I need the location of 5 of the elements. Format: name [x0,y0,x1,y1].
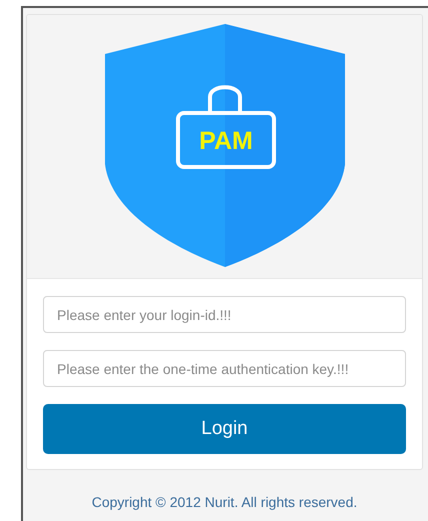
copyright-text: Copyright © 2012 Nurit. All rights reserved. [92,494,358,510]
text-field[interactable]: Please enter your login-id.!!! [43,296,406,333]
login-button[interactable]: Login [43,404,406,454]
text-field[interactable]: Please enter the one-time authentication key.!!! [43,350,406,387]
shield-logo: PAM [104,24,346,267]
